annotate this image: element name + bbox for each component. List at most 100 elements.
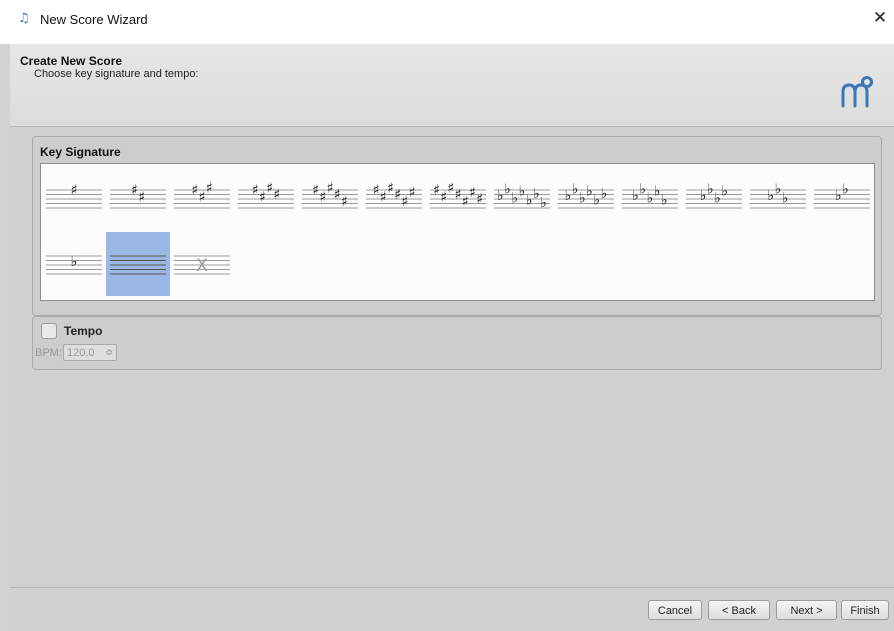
sharp-glyph: ♯ [394,187,401,203]
key-signature-flats-2[interactable]: ♭ ♭ [810,166,874,230]
cancel-button[interactable]: Cancel [648,600,702,620]
flat-glyph: ♭ [533,186,540,202]
sharp-key-icon: ♯ ♯♯ ♯ [238,180,294,209]
flat-glyph: ♭ [519,184,526,200]
sharp-key-icon: ♯ ♯ [110,183,166,209]
flat-glyph: ♭ [565,188,572,204]
tempo-checkbox[interactable] [41,323,57,339]
key-signature-flats-6[interactable]: ♭ ♭ ♭ ♭ ♭ ♭ [554,166,618,230]
sharp-glyph: ♯ [433,183,440,199]
key-signature-sharps-3[interactable]: ♯ ♯ ♯ [170,166,234,230]
key-signature-sharps-6[interactable]: ♯ ♯ ♯ ♯ ♯ ♯ [362,166,426,230]
flat-glyph: ♭ [767,188,774,204]
flat-glyph: ♭ [71,254,78,270]
flat-glyph: ♭ [639,181,646,197]
flat-glyph: ♭ [540,195,547,211]
page-subtitle: Choose key signature and tempo: [34,68,199,80]
key-signature-group: Key Signature ♯ ♯ ♯ ♯ ♯ ♯ ♯ ♯ ♯ ♯ ♯ ♯ ♯ ♯ ♯ ♯ ♯ ♯ ♯ ♯ ♯ ♯ ♯ ♯ ♯ ♯… [32,136,882,316]
sharp-glyph: ♯ [327,180,334,196]
key-signature-sharps-1[interactable]: ♯ [42,166,106,230]
key-signature-sharps-2[interactable]: ♯ ♯ [106,166,170,230]
flat-key-icon: ♭ ♭♭ ♭♭ [622,181,678,209]
tempo-label: Tempo [64,324,103,338]
sharp-glyph: ♯ [455,187,462,203]
flat-glyph: ♭ [504,181,511,197]
flat-key-icon: ♭ ♭♭ ♭ [686,181,742,209]
key-signature-flats-7[interactable]: ♭ ♭ ♭ ♭ ♭ ♭ ♭ [490,166,554,230]
sharp-glyph: ♯ [131,183,138,199]
back-button[interactable]: < Back [708,600,770,620]
key-signature-sharps-5[interactable]: ♯ ♯ ♯ ♯ ♯ [298,166,362,230]
finish-button[interactable]: Finish [841,600,889,620]
flat-glyph: ♭ [707,181,714,197]
key-signature-sharps-7[interactable]: ♯ ♯ ♯ ♯ ♯ ♯ ♯ [426,166,490,230]
flat-glyph: ♭ [714,190,721,206]
flat-glyph: ♭ [654,184,661,200]
sharp-glyph: ♯ [138,189,145,205]
page-title: Create New Score [20,54,123,68]
flat-glyph: ♭ [511,190,518,206]
sharp-key-icon: ♯ ♯♯ ♯ ♯♯ ♯ [430,180,486,210]
key-signature-title: Key Signature [40,145,121,159]
key-signature-sharps-4[interactable]: ♯ ♯ ♯ ♯ [234,166,298,230]
sharp-key-icon: ♯ ♯♯ [174,180,230,209]
close-icon[interactable]: ✕ [872,9,888,27]
flat-glyph: ♭ [842,181,849,197]
key-signature-atonal[interactable]: X [170,232,234,296]
sharp-glyph: ♯ [447,180,454,196]
flat-glyph: ♭ [775,181,782,197]
sharp-glyph: ♯ [191,183,198,199]
bpm-label: BPM: [35,347,62,359]
flat-key-icon: ♭ ♭♭ ♭♭ ♭♭ [494,181,550,211]
flat-glyph: ♭ [497,188,504,204]
sharp-glyph: ♯ [206,180,213,196]
key-signature-flats-5[interactable]: ♭ ♭ ♭ ♭ ♭ [618,166,682,230]
key-signature-flats-4[interactable]: ♭ ♭ ♭ ♭ [682,166,746,230]
flat-key-icon: ♭ ♭ [814,181,870,209]
sharp-key-icon: ♯ ♯♯ ♯ ♯♯ [366,180,422,210]
sharp-glyph: ♯ [409,185,416,201]
sharp-glyph: ♯ [401,194,408,210]
sharp-glyph: ♯ [71,183,78,199]
sharp-glyph: ♯ [476,192,483,208]
flat-key-icon: ♭ ♭♭ ♭♭ ♭ [558,181,614,209]
sharp-glyph: ♯ [259,189,266,205]
key-signature-palette: ♯ ♯ ♯ ♯ ♯ ♯ ♯ ♯ ♯ ♯ ♯ ♯ ♯ ♯ ♯ ♯ ♯ ♯ ♯ ♯ ♯ ♯ ♯ ♯ ♯ ♯ ♯ ♯ ♭ ♭ ♭ ♭ ♭ ♭ ♭ ♭ ♭ ♭ ♭ ♭… [40,163,875,301]
wizard-header: Create New Score Choose key signature an… [10,44,894,127]
sharp-key-icon: ♯ ♯♯ ♯ ♯ [302,180,358,210]
flat-glyph: ♭ [579,190,586,206]
flat-glyph: ♭ [601,186,608,202]
bpm-value: 120.0 [67,347,95,359]
sharp-glyph: ♯ [341,194,348,210]
title-bar: ♫ New Score Wizard ✕ [0,0,894,44]
musescore-logo-icon [841,76,873,108]
key-signature-none[interactable] [106,232,170,296]
flat-glyph: ♭ [647,190,654,206]
sharp-glyph: ♯ [312,183,319,199]
sharp-key-icon: ♯ [46,183,102,209]
sharp-glyph: ♯ [440,189,447,205]
sharp-glyph: ♯ [334,187,341,203]
sharp-glyph: ♯ [462,194,469,210]
no-key-icon [110,255,166,275]
flat-glyph: ♭ [721,184,728,200]
flat-key-icon: ♭ ♭♭ [750,181,806,209]
sharp-glyph: ♯ [273,187,280,203]
flat-glyph: ♭ [632,188,639,204]
musescore-app-icon: ♫ [18,11,30,26]
key-signature-flats-3[interactable]: ♭ ♭ ♭ [746,166,810,230]
flat-glyph: ♭ [661,193,668,209]
wizard-footer: Cancel < Back Next > Finish [10,588,894,631]
flat-glyph: ♭ [526,193,533,209]
tempo-group: Tempo BPM: 120.0 ≎ [32,316,882,370]
flat-glyph: ♭ [593,193,600,209]
next-button[interactable]: Next > [776,600,837,620]
sharp-glyph: ♯ [373,183,380,199]
atonal-key-icon: X [174,255,230,276]
sharp-glyph: ♯ [387,180,394,196]
spin-arrows-icon[interactable]: ≎ [105,345,113,362]
bpm-spinbox[interactable]: 120.0 ≎ [63,344,117,361]
sharp-glyph: ♯ [380,189,387,205]
key-signature-flats-1[interactable]: ♭ [42,232,106,296]
sharp-glyph: ♯ [469,185,476,201]
